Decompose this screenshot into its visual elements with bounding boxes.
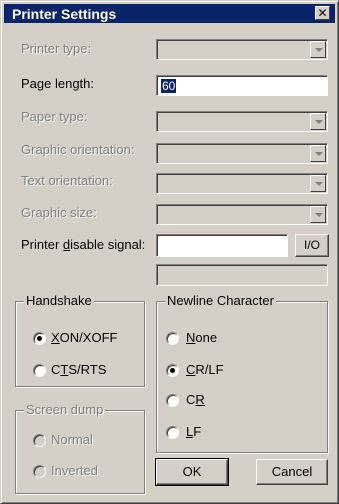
chevron-down-icon	[315, 152, 323, 156]
mnemonic-key: C	[186, 362, 196, 377]
text-orientation-label: Text orientation:	[21, 173, 113, 188]
graphic-size-label: Graphic size:	[21, 205, 97, 220]
cr-label[interactable]: CR	[186, 392, 205, 408]
normal-radio[interactable]	[33, 434, 46, 447]
close-icon: ✕	[317, 6, 328, 20]
cts-rts-label[interactable]: CTS/RTS	[51, 362, 106, 378]
xon-xoff-radio[interactable]	[33, 332, 46, 345]
xon-xoff-label[interactable]: XON/XOFF	[51, 330, 117, 346]
printer-type-dropdown-button[interactable]	[310, 41, 326, 58]
mnemonic-key: X	[51, 330, 60, 345]
graphic-size-select[interactable]	[156, 204, 328, 225]
disable-signal-display	[156, 264, 328, 286]
label-part: C	[51, 362, 61, 377]
label-part: ON/XOFF	[59, 330, 118, 345]
graphic-orientation-dropdown-button[interactable]	[310, 145, 326, 162]
screen-dump-title: Screen dump	[24, 402, 106, 418]
chevron-down-icon	[315, 213, 323, 217]
selected-dot	[170, 368, 175, 373]
mnemonic-key: R	[195, 392, 205, 407]
label-part: one	[195, 330, 218, 345]
printer-settings-dialog: Printer Settings ✕ Printer type: Page le…	[0, 0, 339, 504]
graphic-size-dropdown-button[interactable]	[310, 206, 326, 223]
window-title: Printer Settings	[12, 6, 117, 22]
cr-lf-radio[interactable]	[166, 364, 179, 377]
inverted-label[interactable]: Inverted	[51, 463, 98, 479]
close-button[interactable]: ✕	[315, 6, 330, 20]
text-orientation-select[interactable]	[156, 173, 328, 194]
none-radio[interactable]	[166, 332, 179, 345]
printer-disable-signal-input[interactable]	[156, 234, 288, 257]
page-length-value: 60	[161, 79, 177, 93]
selected-dot	[37, 336, 42, 341]
lf-radio[interactable]	[166, 426, 179, 439]
ok-button[interactable]: OK	[155, 458, 229, 486]
printer-type-label: Printer type:	[21, 41, 92, 56]
printer-disable-signal-label: Printer disable signal:	[21, 237, 145, 253]
lf-label[interactable]: LF	[186, 424, 201, 440]
paper-type-dropdown-button[interactable]	[310, 113, 326, 130]
cancel-button[interactable]: Cancel	[256, 459, 328, 485]
graphic-orientation-label: Graphic orientation:	[21, 142, 135, 157]
cr-radio[interactable]	[166, 394, 179, 407]
text-orientation-dropdown-button[interactable]	[310, 175, 326, 192]
page-length-label: Page length:	[21, 76, 95, 91]
chevron-down-icon	[315, 182, 323, 186]
normal-label[interactable]: Normal	[51, 432, 93, 448]
handshake-title: Handshake	[24, 293, 94, 309]
label-part: C	[186, 392, 196, 407]
newline-character-group: Newline Character	[156, 293, 328, 453]
paper-type-select[interactable]	[156, 111, 328, 132]
mnemonic-key: N	[186, 330, 196, 345]
label-part: F	[193, 424, 202, 439]
label-part: isable signal:	[70, 237, 146, 252]
io-button[interactable]: I/O	[295, 234, 329, 257]
label-part: Printer	[21, 237, 63, 252]
label-part: S/RTS	[68, 362, 107, 377]
chevron-down-icon	[315, 48, 323, 52]
printer-type-select[interactable]	[156, 39, 328, 60]
page-length-input[interactable]: 60	[156, 75, 328, 96]
graphic-orientation-select[interactable]	[156, 143, 328, 164]
cr-lf-label[interactable]: CR/LF	[186, 362, 224, 378]
newline-character-title: Newline Character	[165, 293, 276, 309]
none-label[interactable]: None	[186, 330, 217, 346]
inverted-radio[interactable]	[33, 465, 46, 478]
chevron-down-icon	[315, 120, 323, 124]
screen-dump-group: Screen dump	[15, 402, 145, 494]
title-bar[interactable]: Printer Settings ✕	[4, 4, 335, 23]
label-part: R/LF	[195, 362, 224, 377]
paper-type-label: Paper type:	[21, 109, 88, 124]
cts-rts-radio[interactable]	[33, 364, 46, 377]
